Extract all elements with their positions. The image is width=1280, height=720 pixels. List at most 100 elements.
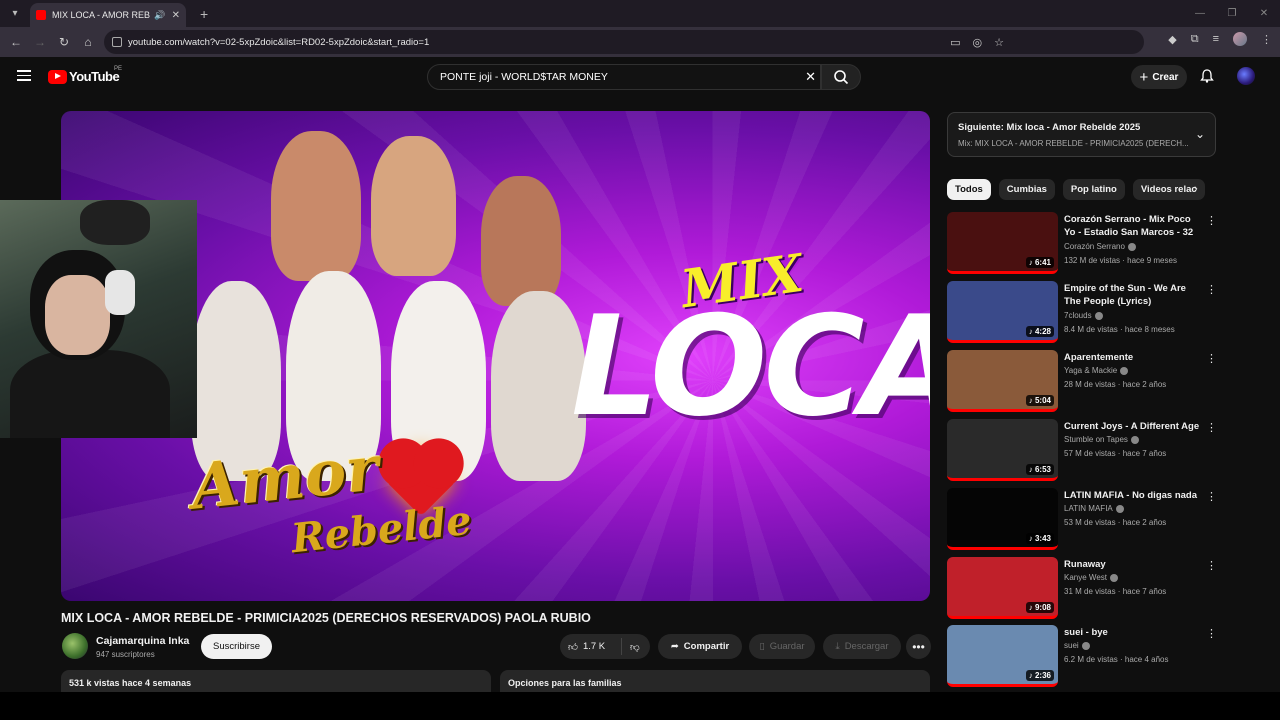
recommendation-title[interactable]: Corazón Serrano - Mix Poco Yo - Estadio …	[1064, 213, 1202, 239]
recommendation-channel[interactable]: 7clouds	[1064, 311, 1103, 320]
tab-search-icon[interactable]: ▾	[4, 4, 26, 24]
recommendation-channel[interactable]: Corazón Serrano	[1064, 242, 1136, 251]
media-control-icon[interactable]: ≡	[1213, 33, 1219, 45]
recommendation-channel[interactable]: LATIN MAFIA	[1064, 504, 1124, 513]
webcam-overlay	[0, 200, 197, 438]
cast-icon[interactable]: ▭	[950, 36, 960, 49]
extensions-puzzle-icon[interactable]: ⧉	[1191, 33, 1199, 46]
recommendation-meta: 31 M de vistas · hace 7 años	[1064, 587, 1167, 596]
new-tab-icon[interactable]: +	[200, 6, 208, 22]
search-input[interactable]: PONTE joji - WORLD$TAR MONEY ✕	[427, 64, 821, 90]
search-value: PONTE joji - WORLD$TAR MONEY	[440, 71, 608, 83]
more-vertical-icon[interactable]: ⋮	[1206, 214, 1217, 227]
recommendation-title[interactable]: Runaway	[1064, 558, 1202, 571]
chevron-right-icon[interactable]: ›	[1194, 183, 1198, 195]
more-actions-button[interactable]: •••	[906, 634, 931, 659]
download-button[interactable]: ⤓ Descargar	[823, 634, 901, 659]
chip-cumbias[interactable]: Cumbias	[998, 179, 1055, 200]
verified-icon	[1081, 641, 1090, 650]
video-thumbnail[interactable]: ♪ 5:04	[947, 350, 1058, 412]
eye-off-icon[interactable]: ◎	[973, 36, 983, 49]
recommendation-title[interactable]: Aparentemente	[1064, 351, 1202, 364]
bookmark-star-icon[interactable]: ☆	[994, 36, 1004, 49]
recommendation-channel[interactable]: Stumble on Tapes	[1064, 435, 1139, 444]
reload-icon[interactable]: ↻	[52, 35, 76, 49]
recommendation-meta: 53 M de vistas · hace 2 años	[1064, 518, 1167, 527]
thumbs-down-icon: 👎︎	[630, 641, 640, 653]
views-info: 531 k vistas hace 4 semanas	[69, 678, 192, 688]
browser-menu-icon[interactable]: ⋮	[1261, 33, 1272, 46]
url-text: youtube.com/watch?v=02-5xpZdoic&list=RD0…	[128, 36, 430, 48]
more-horizontal-icon: •••	[912, 639, 925, 654]
browser-tab[interactable]: MIX LOCA - AMOR REBELDE 🔊 ✕	[30, 3, 186, 27]
maximize-icon[interactable]: ❐	[1216, 0, 1248, 27]
dislike-button[interactable]: 👎︎	[622, 641, 640, 653]
recommendation-title[interactable]: LATIN MAFIA - No digas nada	[1064, 489, 1202, 502]
recommendation-channel[interactable]: Kanye West	[1064, 573, 1118, 582]
recommendation-channel[interactable]: Yaga & Mackie	[1064, 366, 1129, 375]
more-vertical-icon[interactable]: ⋮	[1206, 421, 1217, 434]
recommendation-item[interactable]: ♪ 4:28 Empire of the Sun - We Are The Peo…	[947, 281, 1217, 345]
mix-playlist-header[interactable]: Siguiente: Mix loca - Amor Rebelde 2025 …	[947, 112, 1216, 157]
audio-playing-icon[interactable]: 🔊	[154, 10, 165, 21]
verified-icon	[1127, 242, 1136, 251]
verified-icon	[1120, 366, 1129, 375]
video-thumbnail[interactable]: ♪ 6:41	[947, 212, 1058, 274]
chip-todos[interactable]: Todos	[947, 179, 991, 200]
recommendation-item[interactable]: ♪ 3:43 LATIN MAFIA - No digas nada LATIN M…	[947, 488, 1217, 552]
more-vertical-icon[interactable]: ⋮	[1206, 490, 1217, 503]
more-vertical-icon[interactable]: ⋮	[1206, 627, 1217, 640]
recommendation-title[interactable]: suei - bye	[1064, 626, 1202, 639]
subscribe-button[interactable]: Suscribirse	[201, 634, 272, 659]
search-button[interactable]	[821, 64, 861, 90]
notifications-bell-icon[interactable]	[1200, 69, 1214, 83]
more-vertical-icon[interactable]: ⋮	[1206, 352, 1217, 365]
share-button[interactable]: ➦ Compartir	[658, 634, 742, 659]
profile-avatar-icon[interactable]	[1233, 32, 1247, 46]
video-thumbnail[interactable]: ♪ 2:36	[947, 625, 1058, 687]
channel-avatar[interactable]	[62, 633, 88, 659]
url-field[interactable]: youtube.com/watch?v=02-5xpZdoic&list=RD0…	[104, 30, 1144, 54]
youtube-logo[interactable]: YouTube PE	[48, 66, 123, 84]
family-options-box[interactable]: Opciones para las familias	[500, 670, 930, 692]
channel-name[interactable]: Cajamarquina Inka	[96, 635, 189, 647]
recommendation-item[interactable]: ♪ 6:53 Current Joys - A Different Age Stum…	[947, 419, 1217, 483]
video-thumbnail[interactable]: ♪ 9:08	[947, 557, 1058, 619]
clear-search-icon[interactable]: ✕	[805, 69, 816, 85]
video-thumbnail[interactable]: ♪ 3:43	[947, 488, 1058, 550]
like-button[interactable]: 👍︎ 1.7 K	[560, 638, 622, 655]
close-window-icon[interactable]: ✕	[1248, 0, 1280, 27]
recommendation-item[interactable]: ♪ 6:41 Corazón Serrano - Mix Poco Yo - Es…	[947, 212, 1217, 276]
recommendation-channel[interactable]: suei	[1064, 641, 1090, 650]
back-icon[interactable]: ←	[4, 35, 28, 49]
forward-icon[interactable]: →	[28, 35, 52, 49]
recommendation-item[interactable]: ♪ 2:36 suei - bye suei 6.2 M de vistas · ha…	[947, 625, 1217, 689]
video-thumbnail[interactable]: ♪ 4:28	[947, 281, 1058, 343]
site-info-icon[interactable]	[112, 37, 122, 47]
more-vertical-icon[interactable]: ⋮	[1206, 283, 1217, 296]
recommendation-meta: 28 M de vistas · hace 2 años	[1064, 380, 1167, 389]
extension-diamond-icon[interactable]: ◆	[1168, 33, 1176, 46]
video-thumbnail[interactable]: ♪ 6:53	[947, 419, 1058, 481]
recommendation-title[interactable]: Empire of the Sun - We Are The People (L…	[1064, 282, 1202, 308]
close-tab-icon[interactable]: ✕	[172, 10, 180, 21]
description-box[interactable]: 531 k vistas hace 4 semanas	[61, 670, 491, 692]
account-avatar[interactable]	[1237, 67, 1255, 85]
recommendation-meta: 8.4 M de vistas · hace 8 meses	[1064, 325, 1175, 334]
create-button[interactable]: + Crear	[1131, 65, 1187, 89]
menu-hamburger-icon[interactable]	[17, 70, 31, 81]
verified-icon	[1109, 573, 1118, 582]
recommendation-item[interactable]: ♪ 9:08 Runaway Kanye West 31 M de vistas · …	[947, 557, 1217, 621]
save-button[interactable]: ▯ Guardar	[749, 634, 815, 659]
thumbs-up-icon: 👍︎	[568, 641, 578, 653]
loca-word: LOCA	[571, 286, 930, 447]
more-vertical-icon[interactable]: ⋮	[1206, 559, 1217, 572]
chip-pop-latino[interactable]: Pop latino	[1062, 179, 1125, 200]
recommendation-title[interactable]: Current Joys - A Different Age	[1064, 420, 1202, 433]
address-bar: ← → ↻ ⌂ youtube.com/watch?v=02-5xpZdoic&…	[0, 27, 1280, 57]
minimize-icon[interactable]: —	[1184, 0, 1216, 27]
home-icon[interactable]: ⌂	[76, 35, 100, 49]
chevron-down-icon[interactable]: ⌄	[1195, 127, 1205, 141]
recommendation-item[interactable]: ♪ 5:04 Aparentemente Yaga & Mackie 28 M de …	[947, 350, 1217, 414]
country-code: PE	[114, 66, 123, 72]
